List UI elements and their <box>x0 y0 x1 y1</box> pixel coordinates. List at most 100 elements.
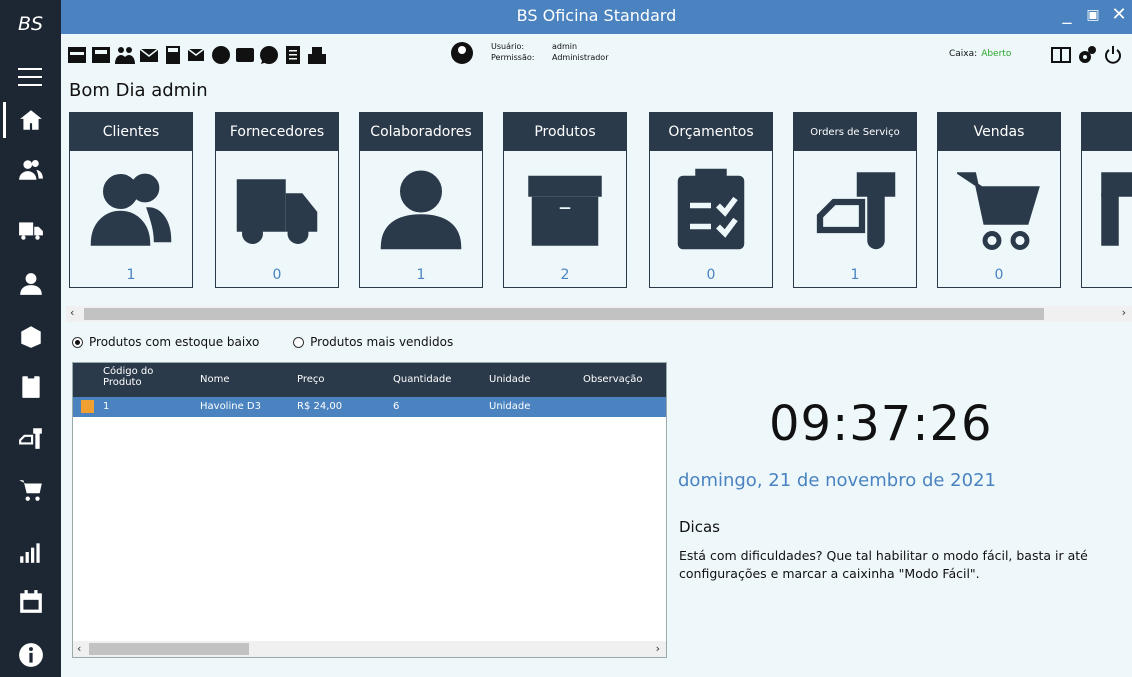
calendar-icon <box>19 590 42 613</box>
whatsapp-button[interactable] <box>259 45 279 65</box>
manual-button[interactable] <box>1051 45 1071 65</box>
web-button[interactable] <box>211 45 231 65</box>
card-partial[interactable]: Ve <box>1081 112 1132 288</box>
table-row[interactable]: 1 Havoline D3 R$ 24,00 6 Unidade <box>73 397 666 417</box>
col-name[interactable]: Nome <box>200 374 230 385</box>
window-title: BS Oficina Standard <box>516 6 677 25</box>
card-count: 0 <box>272 267 282 283</box>
mail-button[interactable] <box>139 45 159 65</box>
card-count: 2 <box>560 267 570 283</box>
group-button[interactable] <box>115 45 135 65</box>
card-title: Orders de Serviço <box>794 113 916 151</box>
card-fornecedores[interactable]: Fornecedores 0 <box>215 112 339 288</box>
card-title: Clientes <box>70 113 192 151</box>
col-qty[interactable]: Quantidade <box>393 374 451 385</box>
logout-button[interactable] <box>1103 45 1123 65</box>
user-value: admin <box>552 42 578 51</box>
document-button[interactable] <box>283 45 303 65</box>
scroll-thumb[interactable] <box>89 643 249 655</box>
book-icon <box>1051 47 1071 63</box>
card-count: 0 <box>994 267 1004 283</box>
cashier-button[interactable] <box>307 45 327 65</box>
car-icon <box>92 47 110 63</box>
calculator-button[interactable] <box>163 45 183 65</box>
store-button[interactable] <box>67 45 87 65</box>
col-price[interactable]: Preço <box>297 374 325 385</box>
sidebar-item-reports[interactable] <box>0 530 61 574</box>
scroll-right-icon[interactable]: › <box>656 642 660 655</box>
card-title: Colaboradores <box>360 113 482 151</box>
whatsapp-icon <box>260 46 278 64</box>
card-colaboradores[interactable]: Colaboradores 1 <box>359 112 483 288</box>
scroll-left-icon[interactable]: ‹ <box>70 306 74 319</box>
car-wrench-icon <box>18 428 42 449</box>
radio-low-stock[interactable]: Produtos com estoque baixo <box>72 335 259 349</box>
radio-best-sellers[interactable]: Produtos mais vendidos <box>293 335 453 349</box>
col-obs[interactable]: Observação <box>583 374 642 385</box>
scroll-right-icon[interactable]: › <box>1122 306 1126 319</box>
product-filter: Produtos com estoque baixo Produtos mais… <box>72 335 483 351</box>
home-icon <box>19 110 42 130</box>
sidebar-item-suppliers[interactable] <box>0 208 61 252</box>
clock-time: 09:37:26 <box>769 396 993 452</box>
card-count: 1 <box>126 267 136 283</box>
avatar[interactable] <box>451 42 473 64</box>
minimize-button[interactable]: _ <box>1057 4 1077 25</box>
sidebar-item-calendar[interactable] <box>0 580 61 624</box>
clients-icon <box>90 173 172 246</box>
sidebar-item-employees[interactable] <box>0 262 61 306</box>
calculator-icon <box>166 46 180 64</box>
globe-icon <box>212 46 230 64</box>
card-orcamentos[interactable]: Orçamentos 0 <box>649 112 773 288</box>
card-count: 1 <box>850 267 860 283</box>
card-vendas[interactable]: Vendas 0 <box>937 112 1061 288</box>
power-icon <box>1105 46 1121 64</box>
card-produtos[interactable]: Produtos 2 <box>503 112 627 288</box>
map-icon <box>236 48 254 62</box>
maximize-button[interactable]: ▣ <box>1083 7 1103 23</box>
products-grid: Código do Produto Nome Preço Quantidade … <box>72 362 667 658</box>
send-mail-button[interactable] <box>187 45 207 65</box>
col-code[interactable]: Código do Produto <box>103 366 153 388</box>
row-indicator <box>81 400 94 413</box>
cashier-status: Caixa: Aberto <box>949 49 1011 59</box>
sidebar-item-info[interactable] <box>0 633 61 677</box>
card-title: Vendas <box>938 113 1060 151</box>
sidebar-item-products[interactable] <box>0 314 61 358</box>
sidebar-item-service-orders[interactable] <box>0 416 61 460</box>
sidebar: BS <box>0 0 61 677</box>
clipboard-icon <box>21 374 40 398</box>
cards-scrollbar[interactable]: ‹ › <box>66 306 1132 322</box>
scroll-thumb[interactable] <box>84 308 1044 320</box>
menu-icon[interactable] <box>18 68 42 86</box>
card-ordens-servico[interactable]: Orders de Serviço 1 <box>793 112 917 288</box>
card-title: Ve <box>1082 113 1132 151</box>
clock-date: domingo, 21 de novembro de 2021 <box>678 470 996 491</box>
scroll-left-icon[interactable]: ‹ <box>77 642 81 655</box>
app-logo: BS <box>17 13 44 35</box>
employee-icon <box>380 170 462 250</box>
settings-button[interactable] <box>1077 45 1097 65</box>
cashier-status-value: Aberto <box>981 49 1012 59</box>
box-icon <box>528 175 602 246</box>
car-wrench-icon <box>816 172 896 250</box>
card-clientes[interactable]: Clientes 1 <box>69 112 193 288</box>
close-button[interactable]: ✕ <box>1109 4 1129 25</box>
cashier-icon <box>308 47 326 64</box>
col-unit[interactable]: Unidade <box>489 374 530 385</box>
tips-text: Está com dificuldades? Que tal habilitar… <box>679 548 1088 581</box>
map-button[interactable] <box>235 45 255 65</box>
group-icon <box>115 47 135 64</box>
truck-icon <box>236 179 318 244</box>
store-icon <box>68 47 86 63</box>
vehicles-button[interactable] <box>91 45 111 65</box>
gear-icon <box>1079 46 1096 63</box>
box-icon <box>20 326 41 348</box>
sidebar-item-home[interactable] <box>0 98 61 142</box>
card-title: Fornecedores <box>216 113 338 151</box>
sidebar-item-clients[interactable] <box>0 148 61 192</box>
cart-icon <box>18 480 42 501</box>
sidebar-item-sales[interactable] <box>0 468 61 512</box>
sidebar-item-quotes[interactable] <box>0 364 61 408</box>
grid-scrollbar[interactable]: ‹ › <box>73 641 666 657</box>
